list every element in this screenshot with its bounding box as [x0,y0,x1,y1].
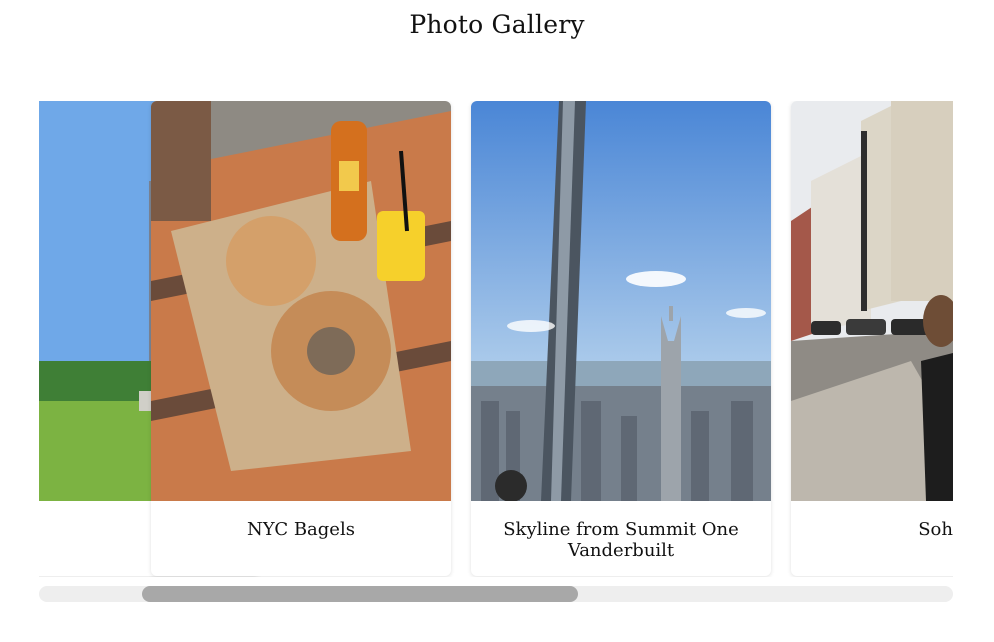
gallery-card[interactable]: Skyline from Summit One Vanderbuilt [471,101,771,576]
street-photo[interactable] [791,101,953,501]
scrollbar-thumb[interactable] [142,586,578,602]
gallery-card[interactable]: Soho [791,101,953,576]
card-caption: NYC Bagels [247,519,355,540]
skyline-photo[interactable] [471,101,771,501]
photo-gallery-page: Photo Gallery NYC Bagels Skyline from Su… [0,0,994,642]
card-caption: Soho [918,519,953,540]
card-caption: Skyline from Summit One Vanderbuilt [503,519,739,561]
gallery-card[interactable]: NYC Bagels [151,101,451,576]
gallery-viewport[interactable]: NYC Bagels Skyline from Summit One Vande… [39,101,953,577]
page-title: Photo Gallery [409,10,585,39]
horizontal-scrollbar[interactable] [39,586,953,602]
bagels-photo[interactable] [151,101,451,501]
